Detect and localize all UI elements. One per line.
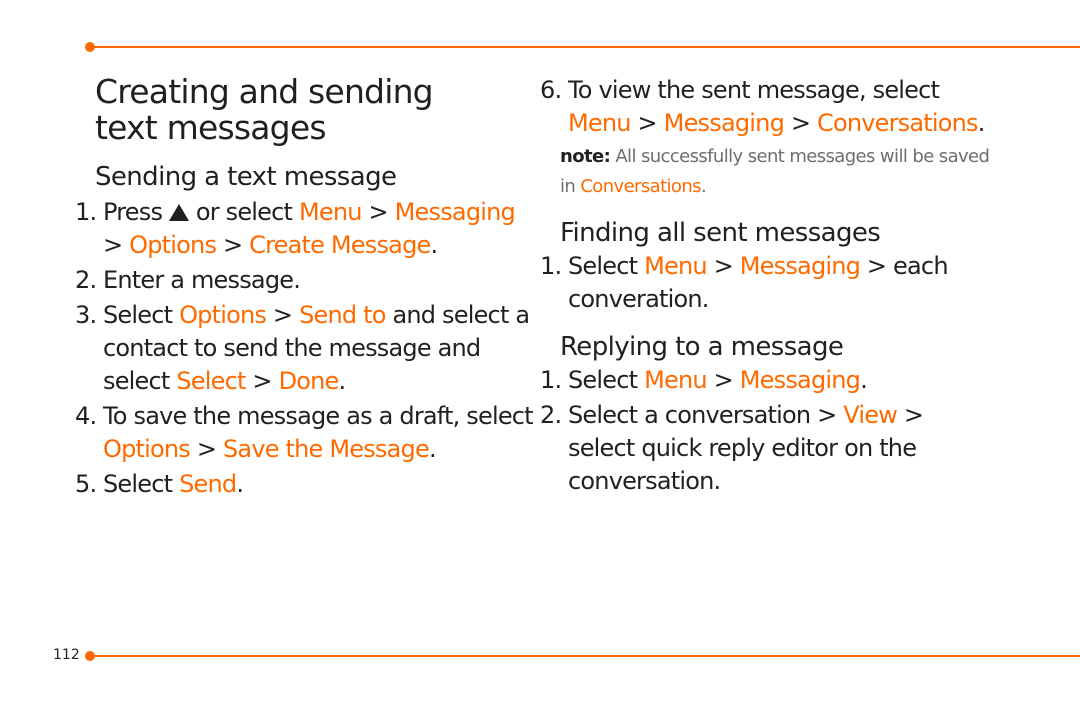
left-column: Creating and sending text messages Sendin… xyxy=(75,72,535,501)
bottom-rule xyxy=(90,655,1080,657)
step-6: 6. To view the sent message, select Menu … xyxy=(540,76,985,137)
step-2: 2. Enter a message. xyxy=(75,266,301,294)
replying-step-1: 1. Select Menu > Messaging. xyxy=(540,366,868,394)
section-heading-replying: Replying to a message xyxy=(560,332,844,362)
note: note: All successfully sent messages wil… xyxy=(560,146,990,197)
step-1: 1. Press or select Menu > Messaging > Op… xyxy=(75,198,516,259)
page-number: 112 xyxy=(53,647,80,663)
section-heading-sending: Sending a text message xyxy=(95,162,397,192)
right-column: 6. To view the sent message, select Menu … xyxy=(540,74,990,498)
page-title: Creating and sending text messages xyxy=(95,72,434,147)
top-rule xyxy=(90,46,1080,48)
replying-step-2: 2. Select a conversation > View > select … xyxy=(540,401,924,495)
finding-step-1: 1. Select Menu > Messaging > each convera… xyxy=(540,252,949,313)
step-3: 3. Select Options > Send to and select a … xyxy=(75,301,530,395)
up-key-icon xyxy=(169,204,189,221)
section-heading-finding: Finding all sent messages xyxy=(560,218,881,248)
step-4: 4. To save the message as a draft, select… xyxy=(75,402,534,463)
step-5: 5. Select Send. xyxy=(75,470,244,498)
